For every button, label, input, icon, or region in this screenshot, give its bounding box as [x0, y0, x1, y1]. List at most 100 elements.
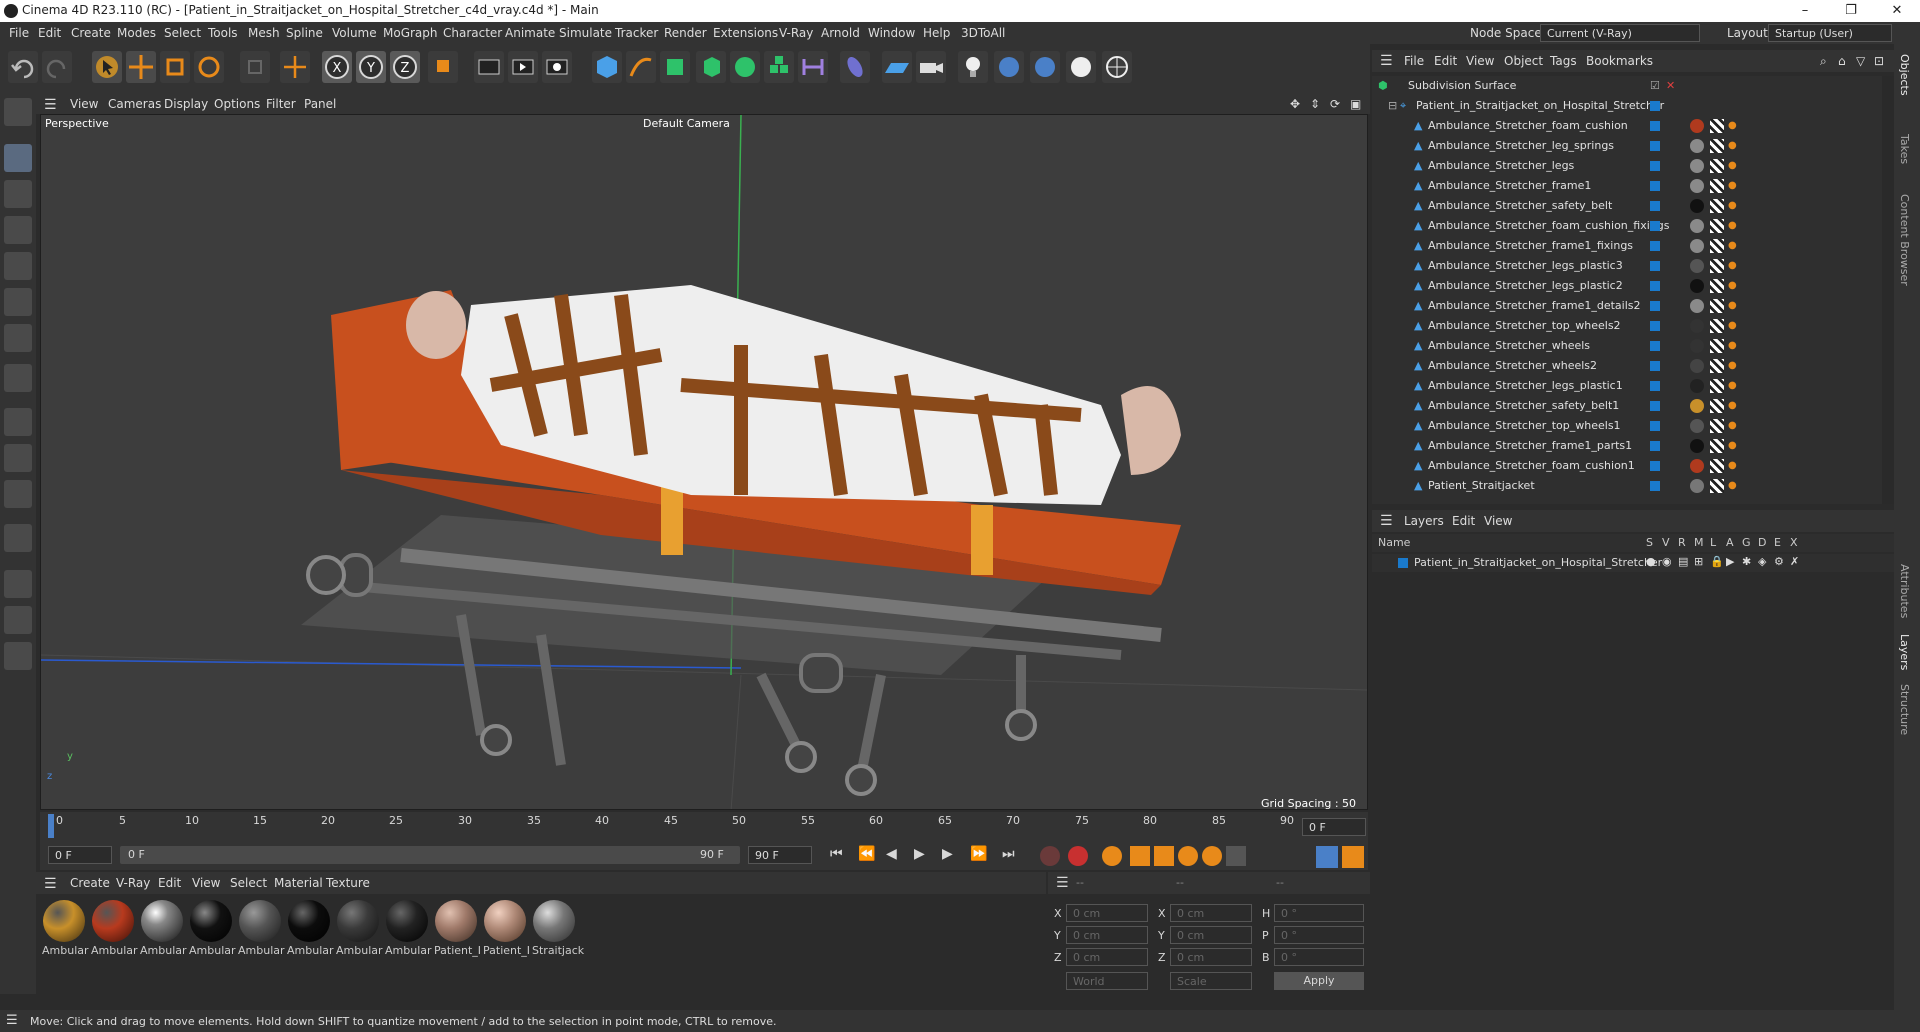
material-swatch[interactable]: Ambular [385, 900, 432, 957]
uvw-tag-icon[interactable] [1710, 179, 1724, 193]
extrude-icon[interactable] [696, 51, 726, 83]
mograph-icon[interactable] [764, 51, 794, 83]
cloner-icon[interactable] [730, 51, 760, 83]
layer-generators-icon[interactable]: ✱ [1742, 555, 1751, 568]
rotation-p-field[interactable]: 0 ° [1274, 926, 1364, 944]
object-row[interactable]: ▲ Ambulance_Stretcher_foam_cushion_fixing… [1372, 216, 1882, 236]
layer-color-swatch[interactable] [1650, 261, 1660, 271]
menu-character[interactable]: Character [443, 26, 502, 40]
object-row[interactable]: ▲ Ambulance_Stretcher_leg_springs ● [1372, 136, 1882, 156]
viewport-menu-cameras[interactable]: Cameras [108, 97, 161, 111]
coords-hamburger-icon[interactable]: ☰ [1056, 875, 1069, 891]
viewport-menu-view[interactable]: View [70, 97, 98, 111]
polygons-mode-icon[interactable] [4, 288, 32, 316]
layer-color-swatch[interactable] [1650, 321, 1660, 331]
tab-takes[interactable]: Takes [1898, 134, 1911, 164]
layer-col-s[interactable]: S [1646, 536, 1653, 549]
floor-icon[interactable] [882, 51, 912, 83]
viewport-menu-filter[interactable]: Filter [266, 97, 296, 111]
prev-key-icon[interactable]: ⏪ [858, 846, 875, 862]
menu-vray[interactable]: V-Ray [779, 26, 813, 40]
objects-menu-edit[interactable]: Edit [1434, 54, 1457, 68]
playhead[interactable] [48, 814, 54, 838]
menu-modes[interactable]: Modes [117, 26, 156, 40]
material-tag-icon[interactable] [1690, 159, 1704, 173]
layer-color-swatch[interactable] [1650, 421, 1660, 431]
objects-hamburger-icon[interactable]: ☰ [1380, 53, 1393, 69]
objects-search-icon[interactable]: ⌕ [1820, 54, 1827, 69]
material-tag-icon[interactable] [1690, 199, 1704, 213]
layer-color-swatch[interactable] [1650, 461, 1660, 471]
play-icon[interactable]: ▶ [914, 846, 925, 862]
layer-color-swatch[interactable] [1398, 558, 1408, 568]
object-row[interactable]: ▲ Ambulance_Stretcher_wheels2 ● [1372, 356, 1882, 376]
material-swatch[interactable]: Ambular [287, 900, 334, 957]
uvw-tag-icon[interactable] [1710, 259, 1724, 273]
layer-color-swatch[interactable] [1650, 301, 1660, 311]
texture-tag-icon[interactable]: ● [1728, 320, 1738, 331]
viewport-menu-options[interactable]: Options [214, 97, 260, 111]
material-menu-create[interactable]: Create [70, 876, 110, 890]
texture-tag-icon[interactable]: ● [1728, 360, 1738, 371]
layer-col-x[interactable]: X [1790, 536, 1798, 549]
layer-xref-icon[interactable]: ✗ [1790, 555, 1799, 568]
texture-tag-icon[interactable]: ● [1728, 220, 1738, 231]
objects-menu-object[interactable]: Object [1504, 54, 1543, 68]
layer-color-swatch[interactable] [1650, 141, 1660, 151]
material-swatch[interactable]: Ambular [140, 900, 187, 957]
live-selection-icon[interactable] [240, 51, 270, 83]
layer-col-v[interactable]: V [1662, 536, 1670, 549]
object-row[interactable]: ▲ Ambulance_Stretcher_frame1 ● [1372, 176, 1882, 196]
select-cursor-icon[interactable] [92, 51, 122, 83]
tab-layers[interactable]: Layers [1898, 634, 1911, 670]
layer-color-swatch[interactable] [1650, 481, 1660, 491]
uvw-tag-icon[interactable] [1710, 339, 1724, 353]
size-y-field[interactable]: 0 cm [1170, 926, 1252, 944]
disabled-x-icon[interactable]: ✕ [1666, 79, 1675, 92]
uvw-tag-icon[interactable] [1710, 139, 1724, 153]
layer-manager-icon[interactable]: ⊞ [1694, 555, 1703, 568]
layer-color-swatch[interactable] [1650, 101, 1660, 111]
object-row[interactable]: ▲ Ambulance_Stretcher_legs_plastic3 ● [1372, 256, 1882, 276]
tab-objects[interactable]: Objects [1898, 54, 1911, 96]
layer-color-swatch[interactable] [1650, 221, 1660, 231]
uvw-tag-icon[interactable] [1710, 479, 1724, 493]
transform-icon[interactable] [280, 51, 310, 83]
layer-color-swatch[interactable] [1650, 401, 1660, 411]
layer-col-m[interactable]: M [1694, 536, 1704, 549]
close-button[interactable]: ✕ [1874, 0, 1920, 22]
timeline-window-icon[interactable] [1342, 846, 1364, 868]
objects-menu-tags[interactable]: Tags [1550, 54, 1577, 68]
layer-color-swatch[interactable] [1650, 281, 1660, 291]
objects-menu-bookmarks[interactable]: Bookmarks [1586, 54, 1653, 68]
layout-dropdown[interactable]: Startup (User) [1768, 24, 1892, 42]
object-row[interactable]: ▲ Ambulance_Stretcher_foam_cushion ● [1372, 116, 1882, 136]
record-icon[interactable] [1040, 846, 1060, 866]
menu-extensions[interactable]: Extensions [713, 26, 778, 40]
object-row[interactable]: ▲ Ambulance_Stretcher_top_wheels2 ● [1372, 316, 1882, 336]
z-axis-lock-icon[interactable]: Z [390, 51, 420, 83]
tweak-icon[interactable] [4, 524, 32, 552]
position-x-field[interactable]: 0 cm [1066, 904, 1148, 922]
layers-menu-edit[interactable]: Edit [1452, 514, 1475, 528]
edges-mode-icon[interactable] [4, 252, 32, 280]
render-picture-viewer-icon[interactable] [508, 51, 538, 83]
material-tag-icon[interactable] [1690, 439, 1704, 453]
layer-col-d[interactable]: D [1758, 536, 1766, 549]
object-row[interactable]: ▲ Ambulance_Stretcher_legs ● [1372, 156, 1882, 176]
menu-volume[interactable]: Volume [332, 26, 377, 40]
menu-tools[interactable]: Tools [208, 26, 238, 40]
menu-help[interactable]: Help [923, 26, 950, 40]
viewport-maximize-icon[interactable]: ▣ [1350, 97, 1361, 111]
layer-col-r[interactable]: R [1678, 536, 1686, 549]
menu-window[interactable]: Window [868, 26, 915, 40]
python-script-icon[interactable] [1030, 51, 1060, 83]
keyframe-selection-icon[interactable] [1102, 846, 1122, 866]
uv-mode-icon[interactable] [4, 324, 32, 352]
model-mode-icon[interactable] [4, 144, 32, 172]
object-row[interactable]: ▲ Ambulance_Stretcher_legs_plastic2 ● [1372, 276, 1882, 296]
menu-select[interactable]: Select [164, 26, 201, 40]
material-tag-icon[interactable] [1690, 459, 1704, 473]
layer-expressions-icon[interactable]: ⚙ [1774, 555, 1784, 568]
position-z-field[interactable]: 0 cm [1066, 948, 1148, 966]
